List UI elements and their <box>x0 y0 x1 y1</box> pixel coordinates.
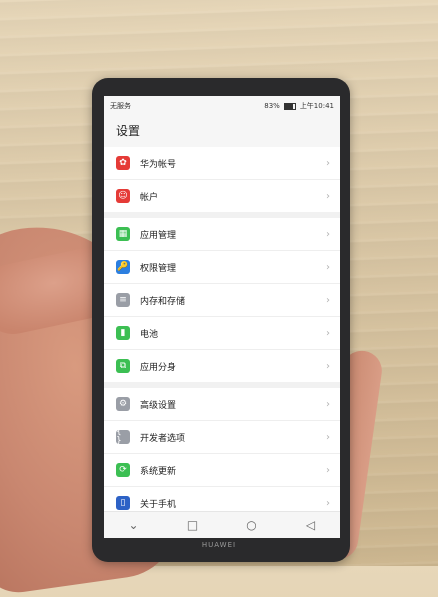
nav-home-button[interactable]: ○ <box>238 518 266 532</box>
phone-brand: HUAWEI <box>201 541 237 549</box>
chevron-right-icon: › <box>326 294 330 306</box>
clock: 上午10:41 <box>299 102 334 110</box>
settings-item-memory-storage[interactable]: ≡ 内存和存储 › <box>104 284 340 317</box>
settings-item-label: 华为帐号 <box>140 159 177 170</box>
carrier-status: 无服务 <box>110 102 131 110</box>
settings-group-system: ⚙ 高级设置 › { } 开发者选项 › ⟳ 系统更新 › ▯ 关于手机 › <box>104 388 340 519</box>
settings-item-label: 开发者选项 <box>140 433 186 444</box>
chevron-right-icon: › <box>326 228 330 240</box>
chevron-right-icon: › <box>326 261 330 273</box>
account-icon: ☺ <box>116 189 130 203</box>
key-icon: 🔑 <box>116 260 130 274</box>
status-bar: 无服务 83% 上午10:41 <box>104 96 340 116</box>
settings-item-app-management[interactable]: ▦ 应用管理 › <box>104 218 340 251</box>
settings-item-label: 权限管理 <box>140 263 177 274</box>
status-right: 83% 上午10:41 <box>264 101 334 111</box>
page-title: 设置 <box>116 124 141 138</box>
nav-back-button[interactable]: ◁ <box>297 518 325 532</box>
chevron-right-icon: › <box>326 431 330 443</box>
settings-item-label: 电池 <box>140 329 159 340</box>
settings-item-label: 应用管理 <box>140 230 177 241</box>
settings-item-permissions[interactable]: 🔑 权限管理 › <box>104 251 340 284</box>
settings-item-label: 帐户 <box>140 192 159 203</box>
settings-item-system-update[interactable]: ⟳ 系统更新 › <box>104 454 340 487</box>
chevron-right-icon: › <box>326 157 330 169</box>
nav-recent-button[interactable]: □ <box>179 518 207 532</box>
settings-item-label: 应用分身 <box>140 362 177 373</box>
navigation-bar: ⌄ □ ○ ◁ <box>104 511 340 538</box>
phone-screen: 无服务 83% 上午10:41 设置 ✿ 华为帐号 › ☺ 帐户 › ▦ 应用管… <box>104 96 340 538</box>
huawei-account-icon: ✿ <box>116 156 130 170</box>
gear-icon: ⚙ <box>116 397 130 411</box>
apps-icon: ▦ <box>116 227 130 241</box>
settings-item-accounts[interactable]: ☺ 帐户 › <box>104 180 340 212</box>
chevron-right-icon: › <box>326 398 330 410</box>
phone-info-icon: ▯ <box>116 496 130 510</box>
chevron-right-icon: › <box>326 497 330 509</box>
settings-item-app-twin[interactable]: ⧉ 应用分身 › <box>104 350 340 382</box>
nav-down-button[interactable]: ⌄ <box>120 518 148 532</box>
app-twin-icon: ⧉ <box>116 359 130 373</box>
chevron-right-icon: › <box>326 327 330 339</box>
system-update-icon: ⟳ <box>116 463 130 477</box>
settings-group-apps: ▦ 应用管理 › 🔑 权限管理 › ≡ 内存和存储 › ▮ 电池 › ⧉ 应用分… <box>104 218 340 382</box>
settings-item-developer-options[interactable]: { } 开发者选项 › <box>104 421 340 454</box>
settings-item-battery[interactable]: ▮ 电池 › <box>104 317 340 350</box>
settings-item-huawei-account[interactable]: ✿ 华为帐号 › <box>104 147 340 180</box>
settings-item-label: 内存和存储 <box>140 296 186 307</box>
chevron-right-icon: › <box>326 464 330 476</box>
settings-item-label: 关于手机 <box>140 499 177 510</box>
settings-item-advanced[interactable]: ⚙ 高级设置 › <box>104 388 340 421</box>
settings-item-label: 系统更新 <box>140 466 177 477</box>
settings-item-label: 高级设置 <box>140 400 177 411</box>
chevron-right-icon: › <box>326 360 330 372</box>
developer-icon: { } <box>116 428 130 446</box>
battery-percent: 83% <box>264 102 280 110</box>
settings-group-accounts: ✿ 华为帐号 › ☺ 帐户 › <box>104 147 340 212</box>
chevron-right-icon: › <box>326 190 330 202</box>
battery-icon <box>283 102 296 110</box>
storage-icon: ≡ <box>116 293 130 307</box>
battery-icon: ▮ <box>116 326 130 340</box>
